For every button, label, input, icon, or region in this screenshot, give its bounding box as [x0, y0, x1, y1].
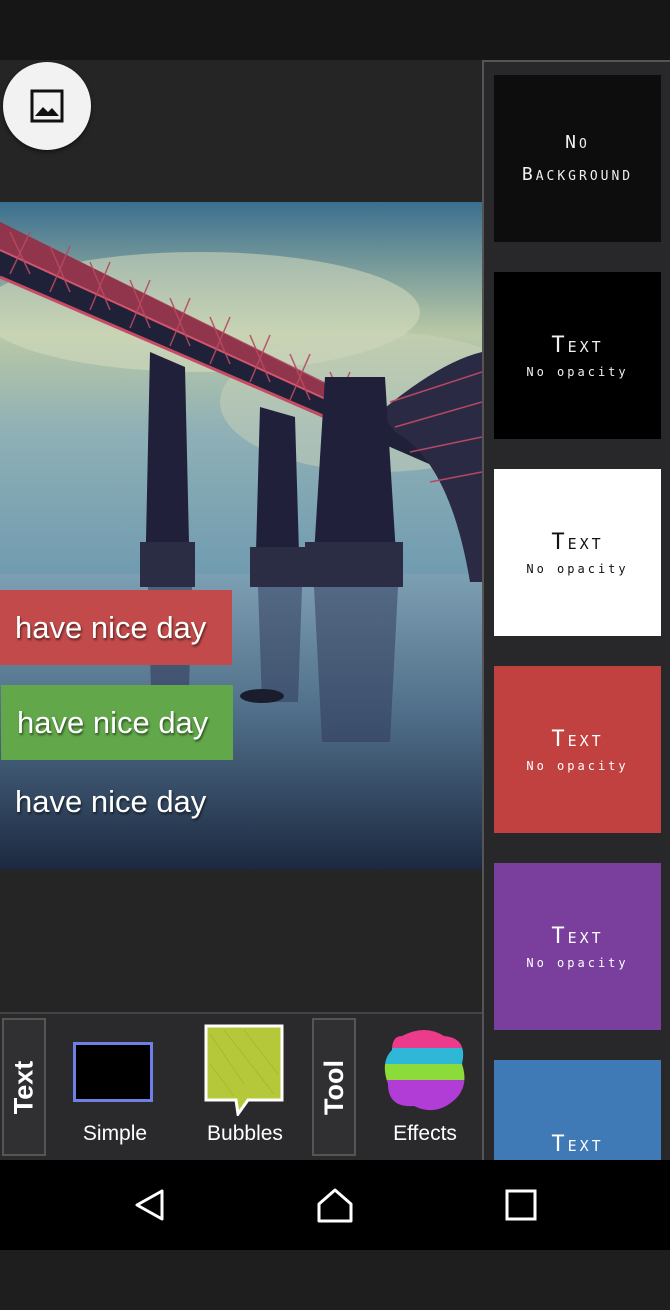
- simple-label: Simple: [82, 1122, 148, 1145]
- bubbles-label: Bubbles: [207, 1122, 283, 1145]
- text-overlay-red[interactable]: have nice day: [0, 590, 232, 665]
- style-line2: Background: [521, 163, 634, 185]
- style-blue[interactable]: Text: [494, 1060, 661, 1160]
- image-icon: [30, 89, 64, 123]
- bottom-strip: [0, 1250, 670, 1310]
- recent-apps-icon: [505, 1189, 537, 1221]
- nav-home-button[interactable]: [305, 1180, 365, 1230]
- navigation-bar: [0, 1160, 670, 1250]
- style-line1: Text: [551, 923, 604, 949]
- simple-button[interactable]: Simple: [60, 1022, 170, 1152]
- style-line1: Text: [551, 332, 604, 358]
- tab-tool[interactable]: Tool: [312, 1018, 356, 1156]
- style-line2: No opacity: [526, 561, 629, 576]
- nav-back-button[interactable]: [120, 1180, 180, 1230]
- nav-recent-button[interactable]: [491, 1180, 551, 1230]
- bubbles-button[interactable]: Bubbles: [190, 1022, 300, 1152]
- status-bar: [0, 0, 670, 60]
- style-purple[interactable]: Text No opacity: [494, 863, 661, 1030]
- style-white[interactable]: Text No opacity: [494, 469, 661, 636]
- style-line1: Text: [551, 726, 604, 752]
- style-line2: No opacity: [526, 955, 629, 970]
- style-line1: Text: [551, 529, 604, 555]
- speech-bubble-icon: [204, 1024, 284, 1116]
- text-style-panel[interactable]: No Background Text No opacity Text No op…: [482, 60, 670, 1160]
- style-line2: No opacity: [526, 758, 629, 773]
- simple-frame-icon: [73, 1042, 153, 1102]
- tab-text-label: Text: [8, 1060, 39, 1114]
- back-triangle-icon: [135, 1189, 164, 1221]
- tab-tool-label: Tool: [318, 1059, 349, 1115]
- style-black[interactable]: Text No opacity: [494, 272, 661, 439]
- style-line2: No opacity: [526, 364, 629, 379]
- style-no-background[interactable]: No Background: [494, 75, 661, 242]
- style-line1: Text: [551, 1132, 604, 1157]
- style-line1: No: [565, 131, 590, 153]
- gallery-button[interactable]: [3, 62, 91, 150]
- home-icon: [317, 1188, 353, 1223]
- text-overlay-green[interactable]: have nice day: [1, 685, 233, 760]
- effects-icon: [384, 1030, 465, 1111]
- tab-text[interactable]: Text: [2, 1018, 46, 1156]
- text-overlay-plain[interactable]: have nice day: [0, 764, 300, 839]
- effects-label: Effects: [393, 1122, 457, 1145]
- effects-button[interactable]: Effects: [370, 1022, 480, 1152]
- style-red[interactable]: Text No opacity: [494, 666, 661, 833]
